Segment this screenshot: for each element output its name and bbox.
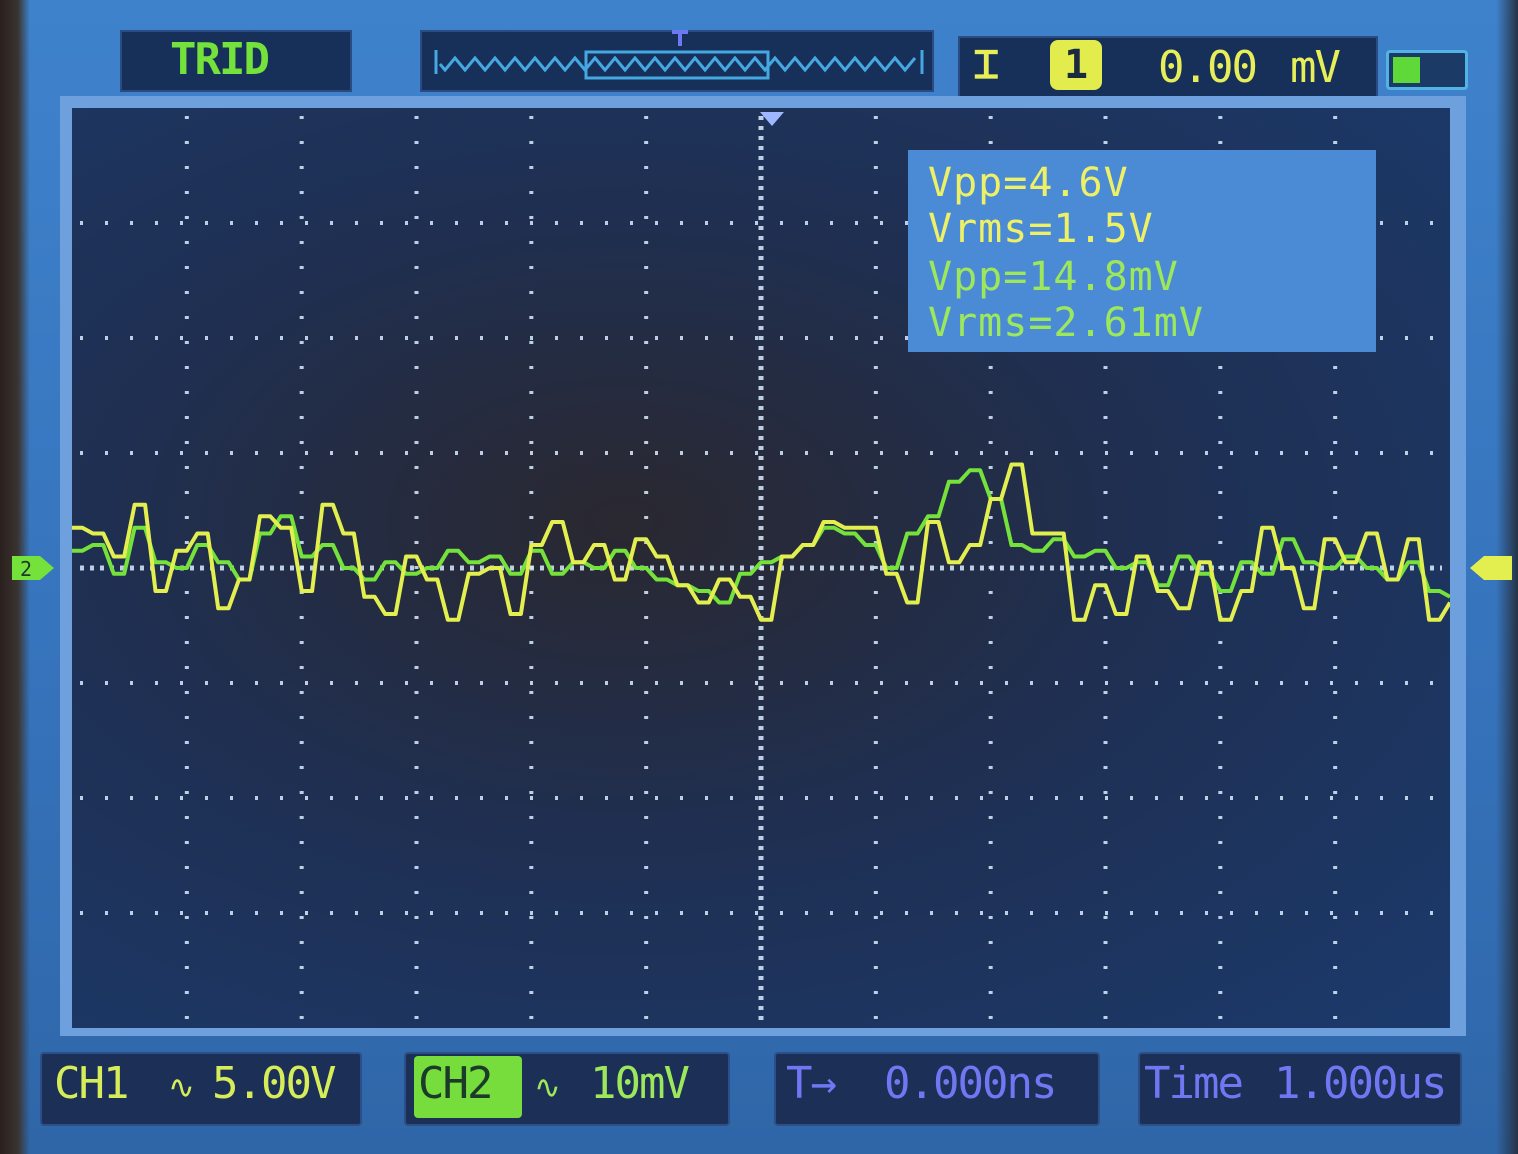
ch1-vpp-measurement: Vpp=4.6V xyxy=(928,160,1129,206)
trigger-level-unit: mV xyxy=(1290,42,1341,93)
ch1-coupling-icon: ∿ xyxy=(168,1068,195,1106)
battery-icon xyxy=(1386,50,1468,90)
channel-indicator-icon: Ꮖ xyxy=(974,43,1000,87)
battery-level xyxy=(1393,57,1420,83)
ch2-label: CH2 xyxy=(418,1058,493,1109)
trigger-position-icon xyxy=(672,30,688,46)
ch1-volts-per-div: 5.00V xyxy=(212,1058,336,1109)
ch2-ground-marker-icon[interactable] xyxy=(1468,552,1514,584)
ch2-volts-per-div: 10mV xyxy=(590,1058,690,1109)
trigger-time-marker-icon xyxy=(760,112,784,126)
ch2-coupling-icon: ∿ xyxy=(534,1068,561,1106)
timebase-label: Time xyxy=(1144,1058,1244,1109)
trigger-level-value: 0.00 xyxy=(1158,42,1258,93)
trigger-status: TRID xyxy=(170,34,270,85)
ch1-label: CH1 xyxy=(54,1058,129,1109)
trigger-channel-badge[interactable]: 1 xyxy=(1050,40,1102,90)
trigger-offset-label: T→ xyxy=(786,1058,837,1109)
ch1-ground-marker-icon[interactable]: 2 xyxy=(10,552,56,584)
ch1-vrms-measurement: Vrms=1.5V xyxy=(928,206,1154,252)
trigger-offset-value: 0.000ns xyxy=(884,1058,1057,1109)
ch2-vrms-measurement: Vrms=2.61mV xyxy=(928,300,1204,346)
oscilloscope-screen: TRID Ꮖ 1 0.00 mV Vpp=4.6V Vrms=1.5V Vpp=… xyxy=(0,0,1518,1154)
svg-text:2: 2 xyxy=(20,557,32,581)
ch2-vpp-measurement: Vpp=14.8mV xyxy=(928,254,1179,300)
timebase-value: 1.000us xyxy=(1274,1058,1447,1109)
memory-overview xyxy=(434,30,924,80)
